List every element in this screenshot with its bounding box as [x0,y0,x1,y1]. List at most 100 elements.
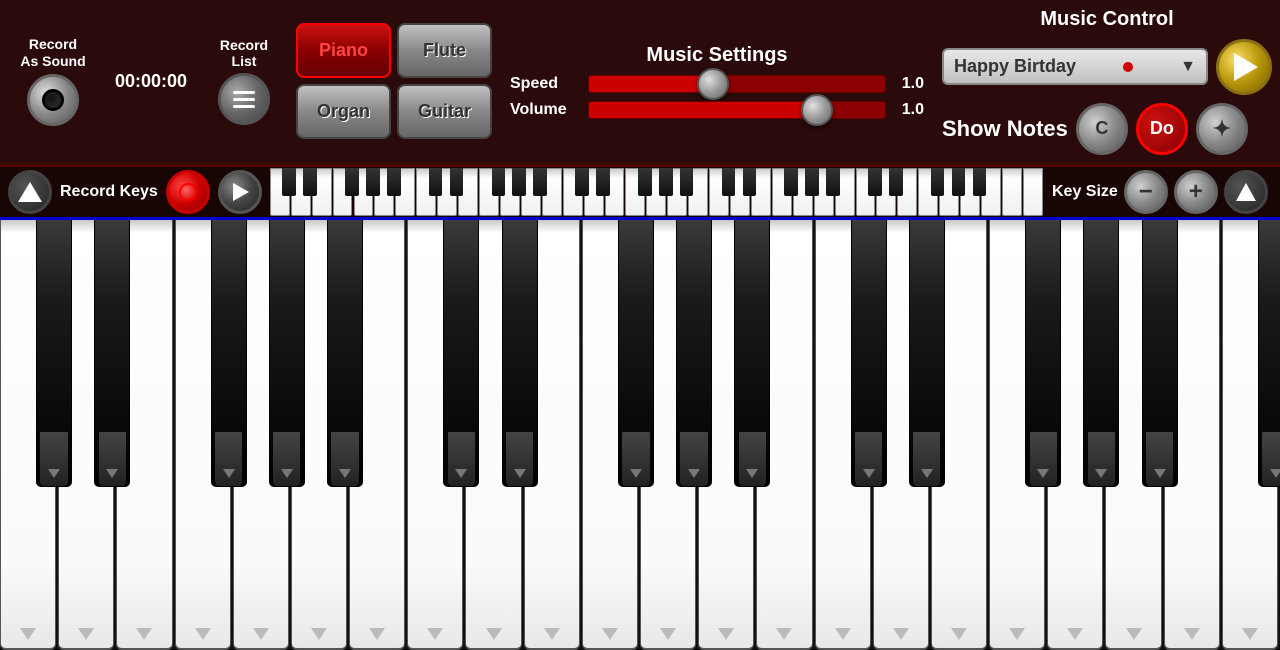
black-key[interactable] [211,220,247,487]
organ-button[interactable]: Organ [296,84,391,139]
mini-black-key[interactable] [680,168,694,196]
mini-black-key[interactable] [889,168,903,196]
black-key[interactable] [618,220,654,487]
black-key[interactable] [327,220,363,487]
mini-black-key[interactable] [931,168,945,196]
key-size-section: Key Size − + [1052,170,1272,214]
mini-black-key[interactable] [826,168,840,196]
key-arrow-icon [1242,628,1258,640]
mini-black-key[interactable] [366,168,380,196]
mini-black-key[interactable] [345,168,359,196]
key-arrow-small-icon [106,469,118,478]
flute-button[interactable]: Flute [397,23,492,78]
key-arrow-icon [369,628,385,640]
scroll-up-button[interactable] [8,170,52,214]
key-arrow-icon [544,628,560,640]
mini-black-key[interactable] [973,168,987,196]
chevron-down-icon: ▼ [1180,58,1196,76]
key-arrow-icon [253,628,269,640]
mini-black-key[interactable] [450,168,464,196]
key-size-knob[interactable] [1224,170,1268,214]
key-arrow-icon [776,628,792,640]
mini-black-key[interactable] [492,168,506,196]
mini-black-key[interactable] [533,168,547,196]
mini-black-key[interactable] [429,168,443,196]
black-key[interactable] [734,220,770,487]
mini-black-key[interactable] [805,168,819,196]
speed-slider-track[interactable] [588,75,886,93]
black-key-bottom [40,432,67,485]
volume-slider-thumb[interactable] [801,94,833,126]
music-settings-title: Music Settings [646,44,787,67]
mini-black-key[interactable] [282,168,296,196]
mini-black-key[interactable] [722,168,736,196]
key-arrow-icon [20,628,36,640]
speed-slider-thumb[interactable] [697,68,729,100]
black-key[interactable] [1142,220,1178,487]
key-size-plus-button[interactable]: + [1174,170,1218,214]
mini-white-key[interactable] [1023,168,1043,216]
note-c-button[interactable]: C [1076,103,1128,155]
mini-black-key[interactable] [638,168,652,196]
mini-black-key[interactable] [952,168,966,196]
black-key[interactable] [851,220,887,487]
key-arrow-small-icon [281,469,293,478]
instrument-buttons: Piano Flute Organ Guitar [296,23,492,139]
key-arrow-small-icon [223,469,235,478]
black-key-bottom [913,432,940,485]
black-key[interactable] [36,220,72,487]
play-triangle-small-icon [233,183,249,201]
instrument-row: Piano Flute [296,23,492,78]
key-arrow-icon [311,628,327,640]
black-key[interactable] [502,220,538,487]
black-key[interactable] [676,220,712,487]
note-do-button[interactable]: Do [1136,103,1188,155]
black-key[interactable] [1025,220,1061,487]
play-button-large[interactable] [1216,39,1272,95]
mini-white-key[interactable] [1002,168,1022,216]
mini-black-key[interactable] [512,168,526,196]
key-arrow-small-icon [455,469,467,478]
black-key[interactable] [909,220,945,487]
key-arrow-small-icon [630,469,642,478]
song-dropdown[interactable]: Happy Birtday ▼ [942,48,1208,85]
key-arrow-icon [1067,628,1083,640]
mini-black-key[interactable] [868,168,882,196]
mini-black-key[interactable] [659,168,673,196]
guitar-button[interactable]: Guitar [397,84,492,139]
black-key[interactable] [269,220,305,487]
arrow-up-icon [18,182,42,202]
mini-black-key[interactable] [784,168,798,196]
black-key[interactable] [1258,220,1280,487]
black-key[interactable] [1083,220,1119,487]
key-size-minus-button[interactable]: − [1124,170,1168,214]
mini-black-key[interactable] [575,168,589,196]
piano-button[interactable]: Piano [296,23,391,78]
record-as-sound-knob[interactable] [27,74,79,126]
key-arrow-icon [1009,628,1025,640]
key-arrow-small-icon [339,469,351,478]
mini-black-key[interactable] [303,168,317,196]
mini-black-key[interactable] [596,168,610,196]
key-arrow-icon [136,628,152,640]
key-arrow-small-icon [921,469,933,478]
black-key[interactable] [94,220,130,487]
key-arrow-icon [195,628,211,640]
top-bar: RecordAs Sound 00:00:00 RecordList Piano… [0,0,1280,165]
record-button[interactable] [166,170,210,214]
black-key-bottom [273,432,300,485]
volume-slider-row: Volume 1.0 [510,101,924,119]
black-key[interactable] [443,220,479,487]
record-list-knob[interactable] [218,73,270,125]
speed-value: 1.0 [894,75,924,93]
mini-black-key[interactable] [743,168,757,196]
key-arrow-small-icon [688,469,700,478]
volume-slider-track[interactable] [588,101,886,119]
volume-label: Volume [510,101,580,119]
keys-toolbar: Record Keys Key Size − + [0,165,1280,220]
note-special-button[interactable]: ✦ [1196,103,1248,155]
music-control: Music Control Happy Birtday ▼ Show Notes… [942,8,1272,155]
music-control-title: Music Control [1040,8,1173,31]
play-button-small[interactable] [218,170,262,214]
mini-black-key[interactable] [387,168,401,196]
